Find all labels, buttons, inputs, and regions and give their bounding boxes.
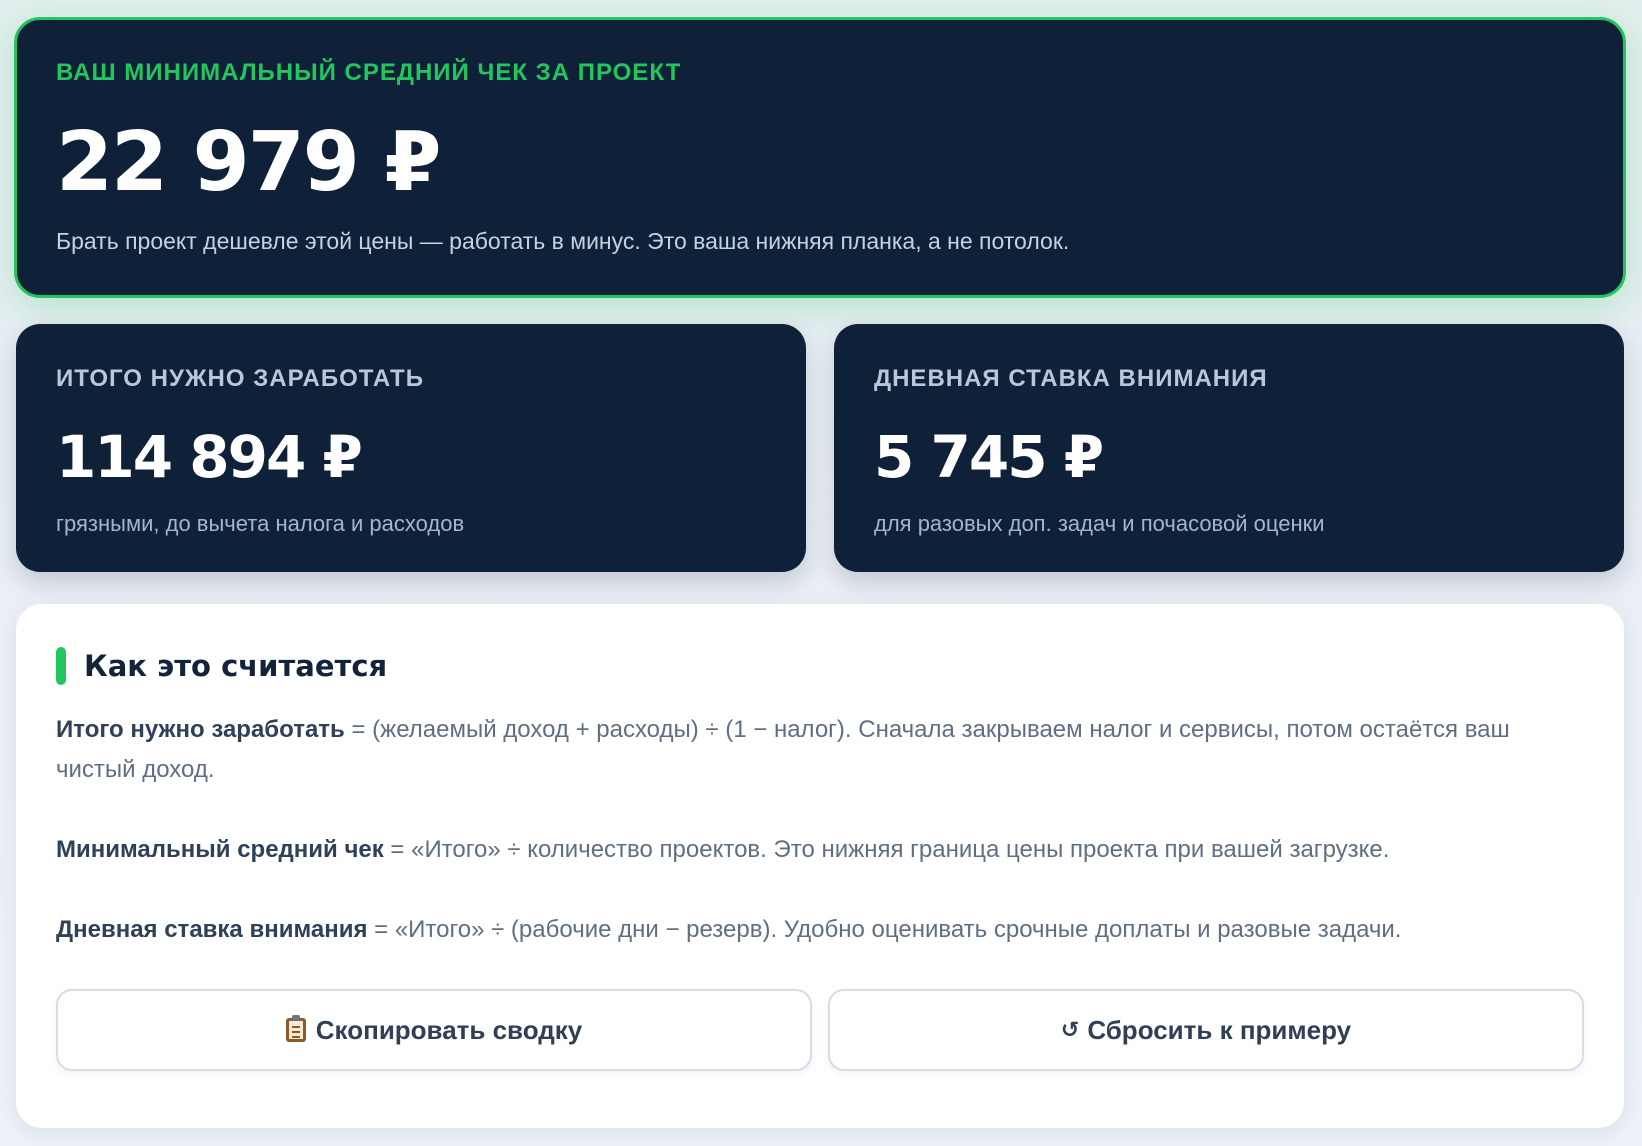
formula-daily-rate: Дневная ставка внимания = «Итого» ÷ (раб… [56, 910, 1584, 950]
formula-min-check-term: Минимальный средний чек [56, 836, 384, 863]
copy-summary-label: Скопировать сводку [315, 1014, 583, 1045]
total-earn-card: ИТОГО НУЖНО ЗАРАБОТАТЬ 114 894 ₽ грязным… [16, 324, 806, 572]
formula-min-check: Минимальный средний чек = «Итого» ÷ коли… [56, 830, 1584, 870]
daily-rate-value: 5 745 ₽ [874, 423, 1104, 491]
reset-icon: ↺ [1060, 1017, 1080, 1042]
total-earn-value: 114 894 ₽ [56, 423, 363, 491]
accent-bar [56, 647, 66, 685]
daily-rate-card: ДНЕВНАЯ СТАВКА ВНИМАНИЯ 5 745 ₽ для разо… [834, 324, 1624, 572]
formula-min-check-text: = «Итого» ÷ количество проектов. Это ниж… [383, 836, 1390, 863]
daily-rate-note: для разовых доп. задач и почасовой оценк… [874, 511, 1325, 536]
how-it-works-heading: Как это считается [56, 646, 1584, 686]
min-check-note: Брать проект дешевле этой цены — работат… [56, 228, 1070, 254]
reset-example-label: Сбросить к примеру [1087, 1014, 1352, 1045]
formula-daily-rate-term: Дневная ставка внимания [56, 916, 368, 943]
formula-total-term: Итого нужно заработать [56, 716, 345, 743]
min-check-value: 22 979 ₽ [56, 115, 441, 210]
total-earn-note: грязными, до вычета налога и расходов [56, 511, 465, 536]
reset-example-button[interactable]: ↺ Сбросить к примеру [828, 989, 1584, 1071]
formula-daily-rate-text: = «Итого» ÷ (рабочие дни − резерв). Удоб… [367, 916, 1402, 943]
copy-summary-button[interactable]: Скопировать сводку [56, 989, 812, 1071]
formula-total: Итого нужно заработать = (желаемый доход… [56, 710, 1584, 790]
min-check-card: ВАШ МИНИМАЛЬНЫЙ СРЕДНИЙ ЧЕК ЗА ПРОЕКТ 22… [14, 17, 1626, 298]
action-buttons: Скопировать сводку ↺ Сбросить к примеру [56, 989, 1584, 1071]
min-check-label: ВАШ МИНИМАЛЬНЫЙ СРЕДНИЙ ЧЕК ЗА ПРОЕКТ [56, 59, 682, 86]
how-it-works-card: Как это считается Итого нужно заработать… [16, 604, 1624, 1128]
how-it-works-title: Как это считается [84, 649, 388, 683]
total-earn-label: ИТОГО НУЖНО ЗАРАБОТАТЬ [56, 365, 424, 392]
daily-rate-label: ДНЕВНАЯ СТАВКА ВНИМАНИЯ [874, 365, 1268, 392]
clipboard-icon [285, 1015, 306, 1042]
